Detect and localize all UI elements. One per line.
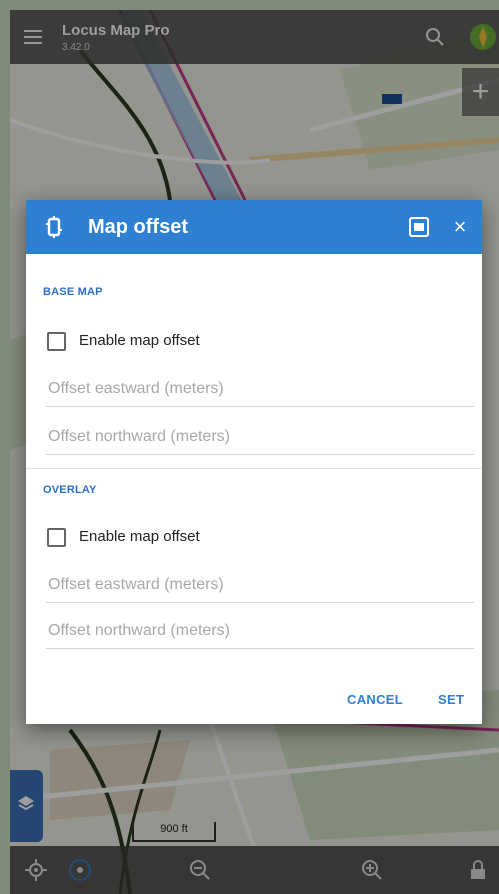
section-title-overlay: OVERLAY xyxy=(43,484,97,496)
close-icon[interactable]: × xyxy=(450,216,470,238)
section-divider xyxy=(26,468,482,469)
cancel-button[interactable]: CANCEL xyxy=(347,692,403,707)
checkbox-box[interactable] xyxy=(47,528,66,547)
dialog-header: Map offset × xyxy=(26,200,482,254)
base-map-offset-northward-field[interactable] xyxy=(46,420,474,455)
overlay-offset-northward-field[interactable] xyxy=(46,614,474,649)
checkbox-label: Enable map offset xyxy=(79,332,200,349)
map-offset-icon xyxy=(46,216,62,238)
overlay-offset-eastward-field[interactable] xyxy=(46,568,474,603)
app-screen: Locus Map Pro 3.42.0 + 900 ft Map offset… xyxy=(10,10,499,894)
enable-overlay-offset-checkbox[interactable]: Enable map offset xyxy=(47,526,347,550)
dialog-title: Map offset xyxy=(88,216,188,238)
checkbox-label: Enable map offset xyxy=(79,528,200,545)
base-map-offset-eastward-field[interactable] xyxy=(46,372,474,407)
help-icon[interactable] xyxy=(408,216,430,238)
set-button[interactable]: SET xyxy=(438,692,464,707)
checkbox-box[interactable] xyxy=(47,332,66,351)
section-title-base-map: BASE MAP xyxy=(43,286,103,298)
map-offset-dialog: Map offset × BASE MAP Enable map offset … xyxy=(26,200,482,724)
enable-base-map-offset-checkbox[interactable]: Enable map offset xyxy=(47,330,347,354)
